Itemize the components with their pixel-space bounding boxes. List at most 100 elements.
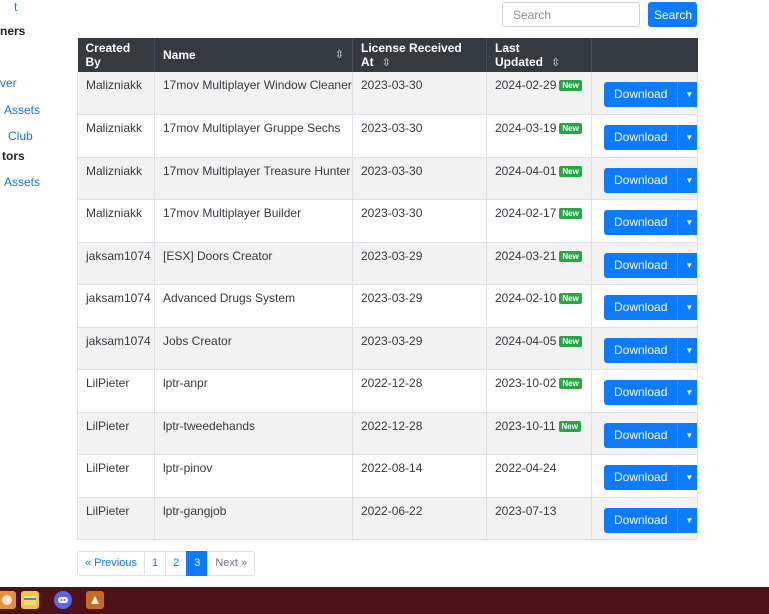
taskbar xyxy=(0,587,769,614)
caret-down-icon[interactable]: ▼ xyxy=(677,125,696,150)
table-row: jaksam1074 Jobs Creator 2023-03-29 2024-… xyxy=(77,327,698,370)
new-badge: New xyxy=(559,165,582,177)
table-row: LilPieter lptr-tweedehands 2022-12-28 20… xyxy=(77,412,698,455)
sort-icon[interactable]: ⇳ xyxy=(382,57,391,69)
download-button[interactable]: Download ▼ xyxy=(604,125,697,150)
download-label[interactable]: Download xyxy=(604,380,677,405)
table-row: Malizniakk 17mov Multiplayer Gruppe Sech… xyxy=(77,114,698,158)
cell-license-received: 2023-03-30 xyxy=(352,72,487,115)
cell-last-updated: 2024-04-01 New xyxy=(486,157,592,200)
caret-down-icon[interactable]: ▼ xyxy=(677,210,696,235)
cell-name: 17mov Multiplayer Gruppe Sechs xyxy=(154,114,353,158)
cell-last-updated: 2024-04-05 New xyxy=(486,327,592,370)
caret-down-icon[interactable]: ▼ xyxy=(677,82,696,107)
cell-created-by: LilPieter xyxy=(77,369,155,413)
header-name[interactable]: Name ⇳ xyxy=(154,38,353,72)
header-last-updated[interactable]: Last Updated ⇳ xyxy=(486,38,592,72)
cell-license-received: 2022-12-28 xyxy=(352,412,487,455)
cell-last-updated: 2024-02-29 New xyxy=(486,72,592,115)
download-label[interactable]: Download xyxy=(604,82,677,107)
cell-name: lptr-tweedehands xyxy=(154,412,353,455)
sidebar-item-6[interactable]: tors xyxy=(2,149,25,163)
cell-actions: Download ▼ xyxy=(591,327,698,370)
table-header-row: Created By Name ⇳ License Received At ⇳ La… xyxy=(77,38,698,72)
table-row: Malizniakk 17mov Multiplayer Builder 202… xyxy=(77,199,698,243)
page-link[interactable]: 3 xyxy=(186,551,209,576)
new-badge: New xyxy=(559,293,582,304)
cell-last-updated: 2024-02-17 New xyxy=(486,199,592,243)
cell-license-received: 2023-03-30 xyxy=(352,199,487,243)
cell-license-received: 2023-03-30 xyxy=(352,114,487,158)
download-label[interactable]: Download xyxy=(604,253,677,278)
download-button[interactable]: Download ▼ xyxy=(604,337,697,363)
cell-created-by: jaksam1074 xyxy=(77,284,155,328)
table-row: jaksam1074 Advanced Drugs System 2023-03… xyxy=(77,284,698,328)
game-launcher-icon[interactable] xyxy=(86,591,104,609)
next-page-link[interactable]: Next » xyxy=(207,551,256,576)
caret-down-icon[interactable]: ▼ xyxy=(677,422,696,448)
download-label[interactable]: Download xyxy=(604,125,677,150)
caret-down-icon[interactable]: ▼ xyxy=(677,295,696,320)
caret-down-icon[interactable]: ▼ xyxy=(677,337,696,363)
caret-down-icon[interactable]: ▼ xyxy=(677,252,696,278)
search-input[interactable] xyxy=(502,2,640,27)
cell-actions: Download ▼ xyxy=(591,369,698,413)
download-label[interactable]: Download xyxy=(604,338,677,363)
caret-down-icon[interactable]: ▼ xyxy=(677,380,696,405)
download-label[interactable]: Download xyxy=(604,508,677,533)
sidebar-item-7[interactable]: Assets xyxy=(4,175,40,189)
sidebar-item-4[interactable]: Assets xyxy=(4,103,40,117)
cell-actions: Download ▼ xyxy=(591,242,698,285)
download-button[interactable]: Download ▼ xyxy=(604,422,697,448)
sort-icon[interactable]: ⇳ xyxy=(335,48,344,61)
sort-icon[interactable]: ⇳ xyxy=(551,57,560,69)
header-created-by: Created By xyxy=(77,38,155,72)
caret-down-icon[interactable]: ▼ xyxy=(677,465,696,490)
search-button[interactable]: Search xyxy=(648,2,697,27)
cell-actions: Download ▼ xyxy=(591,72,698,115)
download-label[interactable]: Download xyxy=(604,168,677,193)
download-button[interactable]: Download ▼ xyxy=(604,82,697,107)
cell-actions: Download ▼ xyxy=(591,284,698,328)
discord-icon[interactable] xyxy=(54,591,72,609)
cell-last-updated: 2023-10-11 New xyxy=(486,412,592,455)
table-row: jaksam1074 [ESX] Doors Creator 2023-03-2… xyxy=(77,242,698,285)
sidebar-item-1[interactable]: t xyxy=(14,0,17,14)
download-button[interactable]: Download ▼ xyxy=(604,507,697,533)
page-link[interactable]: 1 xyxy=(143,551,167,576)
cell-created-by: Malizniakk xyxy=(77,72,155,115)
cell-license-received: 2023-03-29 xyxy=(352,242,487,285)
cell-created-by: jaksam1074 xyxy=(77,242,155,285)
download-label[interactable]: Download xyxy=(604,423,677,448)
cell-last-updated: 2022-04-24 xyxy=(486,454,592,498)
download-label[interactable]: Download xyxy=(604,295,677,320)
cell-actions: Download ▼ xyxy=(591,454,698,498)
header-license-received[interactable]: License Received At ⇳ xyxy=(352,38,487,72)
browser-icon[interactable] xyxy=(0,591,16,609)
table-row: Malizniakk 17mov Multiplayer Window Clea… xyxy=(77,72,698,115)
new-badge: New xyxy=(559,250,582,262)
download-button[interactable]: Download ▼ xyxy=(604,380,697,405)
new-badge: New xyxy=(559,335,582,347)
download-button[interactable]: Download ▼ xyxy=(604,252,697,278)
cell-actions: Download ▼ xyxy=(591,412,698,455)
download-label[interactable]: Download xyxy=(604,465,677,490)
sidebar-item-2[interactable]: ners xyxy=(0,24,25,38)
page-link[interactable]: 2 xyxy=(165,551,188,576)
download-button[interactable]: Download ▼ xyxy=(604,465,697,490)
caret-down-icon[interactable]: ▼ xyxy=(677,507,696,533)
cell-name: [ESX] Doors Creator xyxy=(154,242,353,285)
download-button[interactable]: Download ▼ xyxy=(604,167,697,193)
table-row: Malizniakk 17mov Multiplayer Treasure Hu… xyxy=(77,157,698,200)
download-button[interactable]: Download ▼ xyxy=(604,210,697,235)
sidebar-item-5[interactable]: Club xyxy=(8,129,33,143)
new-badge: New xyxy=(559,123,582,134)
cell-license-received: 2022-06-22 xyxy=(352,497,487,540)
caret-down-icon[interactable]: ▼ xyxy=(677,167,696,193)
download-label[interactable]: Download xyxy=(604,210,677,235)
new-badge: New xyxy=(559,80,582,91)
download-button[interactable]: Download ▼ xyxy=(604,295,697,320)
file-explorer-icon[interactable] xyxy=(21,591,39,609)
sidebar-item-3[interactable]: ver xyxy=(0,76,17,90)
previous-page-link[interactable]: « Previous xyxy=(77,551,145,576)
